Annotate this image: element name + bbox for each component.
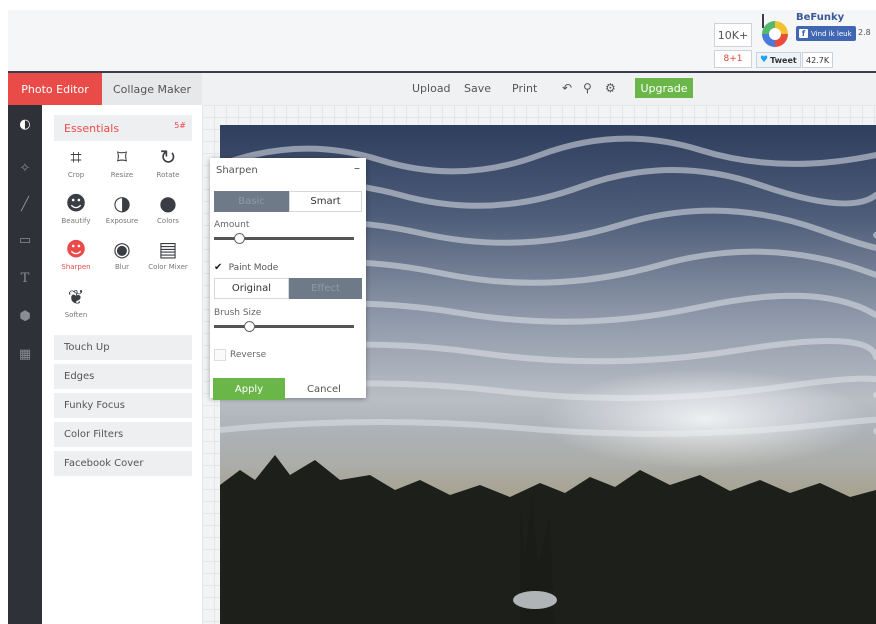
main-toolbar: Upload Save Print ↶ ⚲ ⚙ Upgrade: [202, 73, 876, 105]
tool-soften[interactable]: ❦ Soften: [52, 285, 100, 319]
colors-icon: ●: [159, 191, 177, 215]
tool-beautify[interactable]: ☻ Beautify: [52, 191, 100, 225]
share-count: 10K+: [714, 23, 752, 47]
effect-toggle[interactable]: Effect: [289, 278, 362, 299]
sharpen-icon: ☻: [65, 237, 87, 261]
facebook-icon: f: [799, 29, 808, 38]
reverse-checkbox[interactable]: [214, 349, 226, 361]
minimize-button[interactable]: –: [354, 161, 360, 175]
tool-rotate[interactable]: ↻ Rotate: [144, 145, 192, 179]
section-edges[interactable]: Edges: [54, 364, 192, 391]
mode-smart-tab[interactable]: Smart: [289, 191, 362, 212]
essentials-title: Essentials: [64, 121, 120, 135]
tool-label: Soften: [64, 311, 88, 319]
essentials-panel: Essentials 5# ⌗ Crop ⌑ Resize ↻ Rotate ☻…: [42, 105, 202, 624]
section-color-filters[interactable]: Color Filters: [54, 422, 192, 449]
sharpen-dialog: Sharpen – Basic Smart Amount ✔ Paint Mod…: [210, 158, 366, 400]
essentials-header[interactable]: Essentials 5#: [54, 115, 192, 141]
print-button[interactable]: Print: [512, 82, 537, 95]
brand-name: BeFunky: [796, 12, 845, 23]
tool-label: Sharpen: [61, 263, 91, 271]
sharpen-title: Sharpen: [216, 165, 258, 176]
befunky-logo-icon: [762, 21, 788, 47]
tool-resize[interactable]: ⌑ Resize: [98, 145, 146, 179]
tool-label: Exposure: [105, 217, 139, 225]
beautify-icon: ☻: [65, 191, 87, 215]
soften-icon: ❦: [67, 285, 85, 309]
google-plus-button[interactable]: 8+1: [714, 50, 752, 68]
section-funky-focus[interactable]: Funky Focus: [54, 393, 192, 420]
tab-photo-editor[interactable]: Photo Editor: [8, 73, 102, 112]
tool-label: Crop: [67, 171, 85, 179]
tool-label: Beautify: [61, 217, 91, 225]
tool-crop[interactable]: ⌗ Crop: [52, 145, 100, 179]
rotate-icon: ↻: [159, 145, 177, 169]
tool-category-rail: ◐ ✧ ╱ ▭ T ⬢ ▦: [8, 105, 42, 624]
amount-label: Amount: [214, 220, 250, 230]
textures-icon[interactable]: ▦: [8, 347, 42, 362]
graphics-icon[interactable]: ⬢: [8, 309, 42, 324]
brush-size-slider-track[interactable]: [214, 325, 354, 328]
mode-basic-tab[interactable]: Basic: [214, 191, 289, 212]
apply-button[interactable]: Apply: [213, 378, 285, 400]
tool-label: Resize: [110, 171, 134, 179]
tool-label: Blur: [114, 263, 130, 271]
original-toggle[interactable]: Original: [214, 278, 289, 299]
brush-size-slider-knob[interactable]: [243, 321, 255, 332]
paint-mode-checkbox[interactable]: ✔ Paint Mode: [214, 262, 278, 273]
frames-icon[interactable]: ▭: [8, 233, 42, 248]
facebook-like-count: 2.8: [858, 28, 871, 37]
tool-label: Rotate: [156, 171, 180, 179]
tweet-count: 42.7K: [802, 52, 834, 68]
section-facebook-cover[interactable]: Facebook Cover: [54, 451, 192, 478]
essentials-icon[interactable]: ◐: [8, 117, 42, 132]
settings-icon[interactable]: ⚙: [605, 81, 616, 95]
tweet-button[interactable]: ♥ Tweet: [756, 52, 801, 68]
color-mixer-icon: ▤: [158, 237, 178, 261]
section-touch-up[interactable]: Touch Up: [54, 335, 192, 362]
facebook-like-label: Vind ik leuk: [811, 29, 852, 38]
brush-icon[interactable]: ╱: [8, 197, 42, 212]
befunky-app: 10K+ 8+1 BeFunky f Vind ik leuk 2.8 ♥ Tw…: [8, 10, 876, 624]
tool-label: Colors: [157, 217, 179, 225]
paint-mode-label: Paint Mode: [228, 263, 279, 273]
facebook-like-button[interactable]: f Vind ik leuk: [796, 26, 856, 41]
blur-icon: ◉: [113, 237, 131, 261]
reverse-label: Reverse: [230, 350, 267, 360]
tool-colors[interactable]: ● Colors: [144, 191, 192, 225]
resize-icon: ⌑: [116, 145, 128, 169]
undo-icon[interactable]: ↶: [562, 81, 572, 95]
tool-blur[interactable]: ◉ Blur: [98, 237, 146, 271]
brush-size-label: Brush Size: [214, 308, 262, 318]
tweet-label: Tweet: [770, 55, 797, 65]
save-button[interactable]: Save: [464, 82, 491, 95]
upgrade-button[interactable]: Upgrade: [635, 78, 693, 98]
tool-color-mixer[interactable]: ▤ Color Mixer: [144, 237, 192, 271]
effects-icon[interactable]: ✧: [8, 161, 42, 176]
text-icon[interactable]: T: [8, 271, 42, 286]
tool-label: Color Mixer: [148, 263, 188, 271]
exposure-icon: ◑: [113, 191, 131, 215]
top-header: 10K+ 8+1 BeFunky f Vind ik leuk 2.8 ♥ Tw…: [8, 10, 876, 73]
amount-slider-knob[interactable]: [233, 233, 245, 244]
tool-exposure[interactable]: ◑ Exposure: [98, 191, 146, 225]
essentials-badge: 5#: [174, 121, 186, 130]
checkmark-icon: ✔: [214, 262, 223, 273]
zoom-icon[interactable]: ⚲: [583, 81, 592, 95]
cancel-button[interactable]: Cancel: [288, 378, 360, 400]
twitter-bird-icon: ♥: [760, 55, 769, 65]
tab-collage-maker[interactable]: Collage Maker: [102, 73, 202, 105]
tool-sharpen[interactable]: ☻ Sharpen: [52, 237, 100, 271]
crop-icon: ⌗: [70, 145, 82, 169]
upload-button[interactable]: Upload: [412, 82, 451, 95]
